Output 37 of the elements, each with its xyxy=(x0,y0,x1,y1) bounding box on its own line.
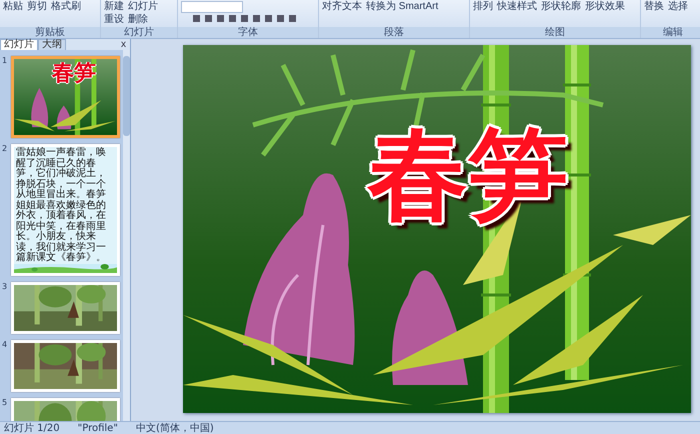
group-label: 绘图 xyxy=(470,27,640,38)
ribbon-button[interactable]: 剪切 xyxy=(27,1,47,13)
slide-number: 4 xyxy=(2,340,8,349)
font-size-field[interactable] xyxy=(181,1,243,13)
group-label: 剪贴板 xyxy=(0,27,100,38)
slide-number: 5 xyxy=(2,398,8,407)
ribbon-button[interactable]: 重设 xyxy=(104,14,124,26)
status-text: 幻灯片 1/20 xyxy=(4,422,60,434)
ribbon-button[interactable]: 转换为 SmartArt xyxy=(366,1,438,13)
ribbon-button[interactable]: 排列 xyxy=(473,1,493,13)
slide-number: 3 xyxy=(2,282,8,291)
group-label: 编辑 xyxy=(641,27,700,38)
ribbon-button[interactable]: 格式刷 xyxy=(51,1,81,13)
ribbon-button[interactable]: 粘贴 xyxy=(3,1,23,13)
slide-title: 春笋 xyxy=(52,63,96,85)
slide-thumbnail[interactable]: 雷姑娘一声春雷，唤醒了沉睡已久的春笋，它们冲破泥土，挣脱石块，一个一个从地里冒出来。春笋姐姐最喜欢嫩绿色的外衣，顶着春风，在阳光中笑，在春雨里长。小朋友，快来读，我们就来学习一篇新课文《春笋》。 xyxy=(10,144,120,276)
close-button[interactable]: x xyxy=(121,40,126,50)
scrollbar[interactable] xyxy=(123,50,130,421)
ribbon-button[interactable]: 删除 xyxy=(128,14,148,26)
slide-text: 雷姑娘一声春雷，唤醒了沉睡已久的春笋，它们冲破泥土，挣脱石块，一个一个从地里冒出来。春笋姐姐最喜欢嫩绿色的外衣，顶着春风，在阳光中笑，在春雨里长。小朋友，快来读，我们就来学习一篇新课文《春笋》。 xyxy=(14,147,107,264)
panel-tab[interactable]: 幻灯片 xyxy=(0,39,38,50)
slide-number: 2 xyxy=(2,144,8,153)
status-text: 中文(简体，中国) xyxy=(136,422,214,434)
ribbon-button[interactable]: 选择 xyxy=(668,1,688,13)
group-label: 段落 xyxy=(319,27,469,38)
group-label: 字体 xyxy=(178,27,318,38)
panel-tab[interactable]: 大纲 xyxy=(38,39,66,50)
ribbon-button[interactable]: 对齐文本 xyxy=(322,1,362,13)
group-label: 幻灯片 xyxy=(101,27,177,38)
status-text: "Profile" xyxy=(78,422,118,434)
ribbon-button[interactable]: 形状轮廓 xyxy=(541,1,581,13)
ribbon-button[interactable]: 幻灯片 xyxy=(128,1,158,13)
ribbon-button[interactable]: 形状效果 xyxy=(585,1,625,13)
ribbon-button[interactable]: 快速样式 xyxy=(497,1,537,13)
ribbon-button[interactable]: 替换 xyxy=(644,1,664,13)
slide-number: 1 xyxy=(2,56,8,65)
ribbon-button[interactable]: 新建 xyxy=(104,1,124,13)
